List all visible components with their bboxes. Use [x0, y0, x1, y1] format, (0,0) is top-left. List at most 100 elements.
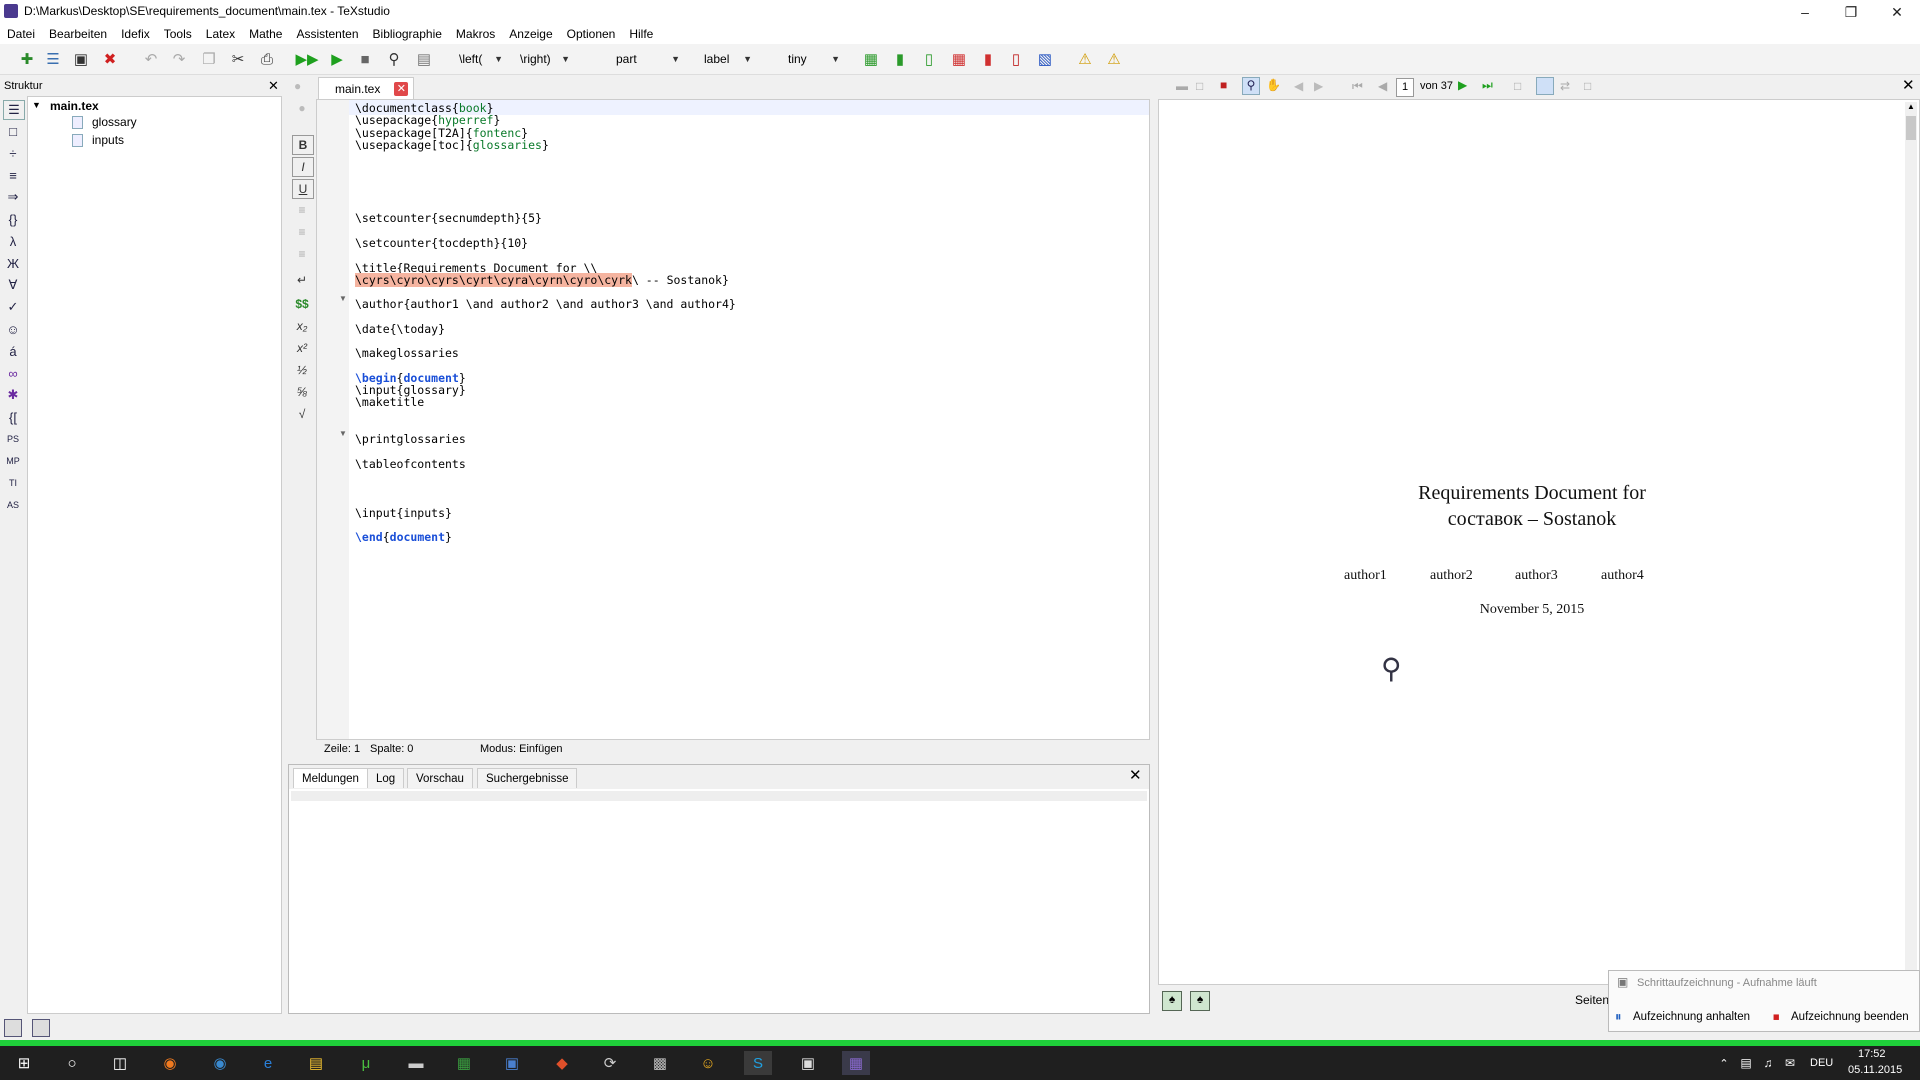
smiley-icon[interactable]: ☺	[3, 320, 23, 338]
metapost-icon[interactable]: MP	[3, 452, 23, 470]
relation-icon[interactable]: ≡	[3, 166, 23, 184]
superscript-icon[interactable]: x²	[292, 339, 312, 357]
continuous-view-icon[interactable]	[1536, 77, 1554, 95]
greek-icon[interactable]: λ	[3, 232, 23, 250]
menu-hilfe[interactable]: Hilfe	[622, 27, 660, 41]
hand-tool-icon[interactable]: ✋	[1266, 78, 1281, 92]
cyrillic-icon[interactable]: Ж	[3, 254, 23, 272]
tab-main-tex[interactable]: main.tex ✕	[318, 77, 414, 99]
search-icon[interactable]: ○	[58, 1051, 86, 1075]
table-insert-icon[interactable]: ▯	[918, 48, 940, 70]
view-log-icon[interactable]: ▤	[413, 48, 435, 70]
code-line[interactable]: \tableofcontents	[355, 457, 466, 472]
single-page-icon[interactable]: □	[1514, 79, 1521, 93]
sync-icon[interactable]: ⇄	[1560, 79, 1570, 93]
asymptote-icon[interactable]: AS	[3, 496, 23, 514]
code-line[interactable]: \setcounter{tocdepth}{10}	[355, 236, 528, 251]
forward-icon[interactable]: ●	[292, 99, 312, 117]
pdf-viewer[interactable]: ▲ Requirements Document for составок – S…	[1158, 99, 1920, 985]
pdf-scrollbar[interactable]: ▲	[1905, 102, 1917, 982]
app-icon[interactable]: ▬	[402, 1051, 430, 1075]
language-indicator[interactable]: DEU	[1810, 1057, 1833, 1069]
pdf-icon[interactable]: ■	[1220, 78, 1227, 92]
table-row-icon[interactable]: ▦	[860, 48, 882, 70]
table-remove-column-icon[interactable]: ▮	[977, 48, 999, 70]
utorrent-icon[interactable]: μ	[352, 1051, 380, 1075]
close-icon[interactable]: ✕	[1129, 766, 1142, 784]
sync-icon[interactable]: ⟳	[596, 1051, 624, 1075]
menu-optionen[interactable]: Optionen	[560, 27, 623, 41]
brackets-icon[interactable]: {[	[3, 408, 23, 426]
notification-icon[interactable]: ✉	[1776, 1051, 1804, 1075]
code-line[interactable]: \author{author1 \and author2 \and author…	[355, 297, 736, 312]
bookmarks-icon[interactable]: □	[3, 122, 23, 140]
table-align-icon[interactable]: ▧	[1034, 48, 1056, 70]
texstudio-taskbar-icon[interactable]: ▦	[842, 1051, 870, 1075]
app-icon[interactable]: ▣	[794, 1051, 822, 1075]
redo-icon[interactable]: ↷	[168, 48, 190, 70]
paste-icon[interactable]: ⎙	[256, 48, 278, 70]
presentation-icon[interactable]: □	[1584, 79, 1591, 93]
code-line[interactable]: \end{document}	[355, 530, 452, 545]
scrollbar-thumb[interactable]	[1906, 116, 1916, 140]
pstricks-icon[interactable]: PS	[3, 430, 23, 448]
table-column-icon[interactable]: ▮	[889, 48, 911, 70]
left-delimiter-select[interactable]: \left(▼	[455, 49, 507, 69]
structure-child-glossary[interactable]: glossary	[92, 115, 137, 129]
stop-compile-icon[interactable]: ■	[354, 48, 376, 70]
code-line[interactable]: \maketitle	[355, 395, 424, 410]
view-pdf-icon[interactable]: ⚲	[383, 48, 405, 70]
asterisk-icon[interactable]: ✱	[3, 386, 23, 404]
structure-child-inputs[interactable]: inputs	[92, 133, 124, 147]
messages-toggle-icon[interactable]	[32, 1019, 50, 1037]
align-center-icon[interactable]: ≡	[292, 223, 312, 241]
size-select[interactable]: tiny ▼	[784, 49, 844, 69]
save-icon[interactable]: ▣	[70, 48, 92, 70]
tab-back-icon[interactable]: ●	[294, 79, 301, 93]
next-page-icon[interactable]: ▶	[1458, 78, 1467, 92]
previous-page-icon[interactable]: ◀	[1378, 79, 1387, 93]
zoom-out-icon[interactable]: ▬	[1176, 79, 1188, 93]
delimiters-icon[interactable]: {}	[3, 210, 23, 228]
cut-icon[interactable]: ✂	[227, 48, 249, 70]
magnifier-tool-icon[interactable]: ⚲	[1242, 77, 1260, 95]
tikz-icon[interactable]: TI	[3, 474, 23, 492]
table-delete-icon[interactable]: ▯	[1005, 48, 1027, 70]
tab-log[interactable]: Log	[367, 768, 405, 788]
scroll-up-icon[interactable]: ▲	[1907, 102, 1915, 111]
minimize-button[interactable]: –	[1782, 0, 1828, 24]
back-icon[interactable]: ◀	[1294, 79, 1303, 93]
spreadsheet-icon[interactable]: ▦	[450, 1051, 478, 1075]
pause-recording-button[interactable]: Aufzeichnung anhalten	[1633, 1011, 1750, 1023]
align-right-icon[interactable]: ≡	[292, 245, 312, 263]
menu-assistenten[interactable]: Assistenten	[289, 27, 365, 41]
pause-icon[interactable]: ⏸	[1615, 1009, 1622, 1025]
fold-marker-icon[interactable]: ▼	[339, 294, 347, 303]
first-page-icon[interactable]: ⏮	[1352, 79, 1363, 94]
menu-idefix[interactable]: Idefix	[114, 27, 157, 41]
code-line[interactable]: \usepackage[toc]{glossaries}	[355, 138, 549, 153]
tab-meldungen[interactable]: Meldungen	[293, 768, 368, 788]
menu-datei[interactable]: Datei	[0, 27, 42, 41]
task-view-icon[interactable]: ◫	[106, 1051, 134, 1075]
fit-icon[interactable]: □	[1196, 79, 1203, 93]
bold-icon[interactable]: B	[292, 135, 314, 155]
close-icon[interactable]: ✕	[1902, 76, 1915, 94]
warning-icon[interactable]: ⚠	[1074, 48, 1096, 70]
app-icon[interactable]: ☺	[694, 1051, 722, 1075]
arrows-icon[interactable]: ⇒	[3, 188, 23, 206]
tree-expand-icon[interactable]: ▼	[32, 100, 41, 110]
git-icon[interactable]: ◆	[548, 1051, 576, 1075]
align-left-icon[interactable]: ≡	[292, 201, 312, 219]
table-remove-row-icon[interactable]: ▦	[948, 48, 970, 70]
code-line[interactable]: \cyrs\cyro\cyrs\cyrt\cyra\cyrn\cyro\cyrk…	[355, 272, 729, 288]
menu-anzeige[interactable]: Anzeige	[502, 27, 559, 41]
close-file-icon[interactable]: ✖	[99, 48, 121, 70]
code-line[interactable]: \setcounter{secnumdepth}{5}	[355, 211, 542, 226]
last-page-icon[interactable]: ⏭	[1482, 78, 1493, 93]
structure-view-icon[interactable]: ☰	[3, 100, 25, 120]
sidebar-toggle-icon[interactable]	[4, 1019, 22, 1037]
dfrac-icon[interactable]: ⅝	[292, 383, 312, 401]
compile-icon[interactable]: ▶	[326, 48, 348, 70]
code-line[interactable]: \makeglossaries	[355, 346, 459, 361]
